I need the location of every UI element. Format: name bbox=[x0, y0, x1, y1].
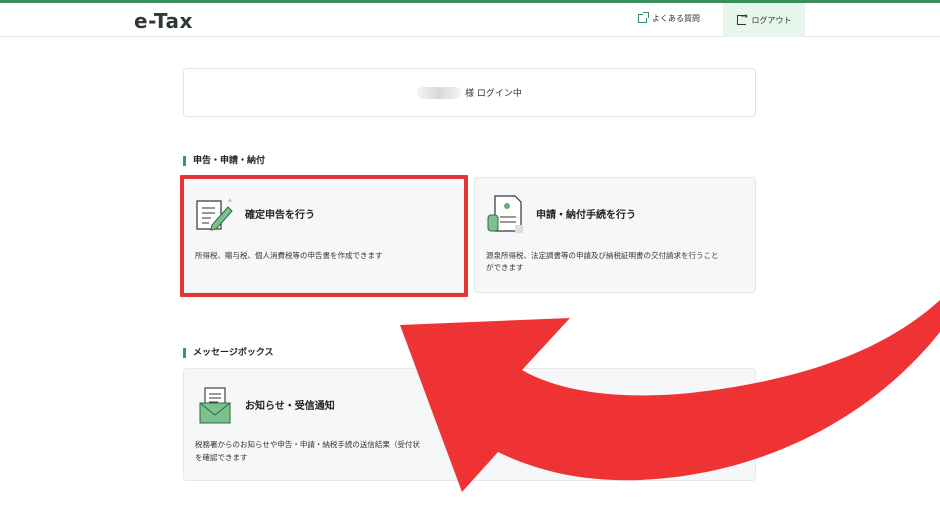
curved-arrow-annotation bbox=[400, 300, 940, 492]
